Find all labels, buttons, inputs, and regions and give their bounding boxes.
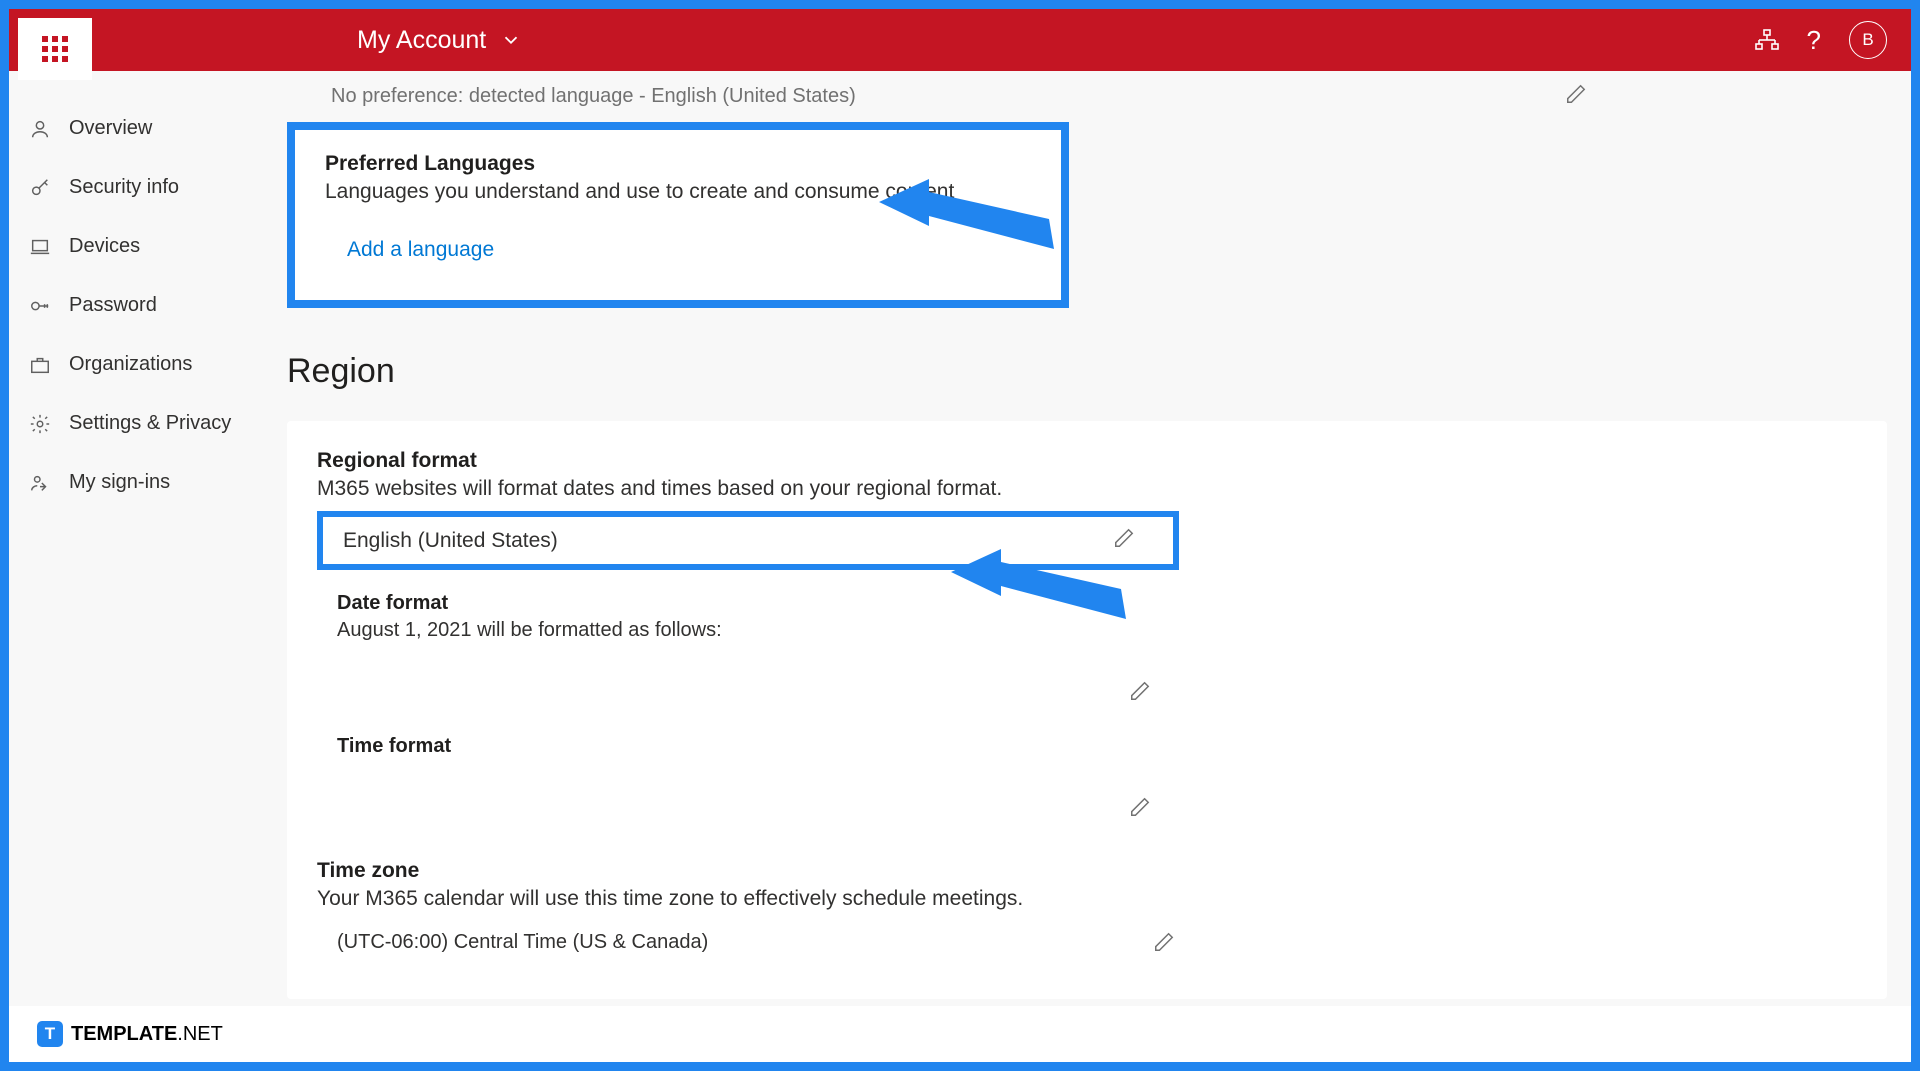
time-format-title: Time format — [337, 735, 1857, 758]
key-icon — [29, 177, 51, 199]
help-icon[interactable]: ? — [1807, 25, 1821, 56]
header-title: My Account — [357, 26, 486, 55]
region-heading: Region — [287, 352, 1887, 391]
pencil-icon — [1565, 83, 1587, 105]
page-title-button[interactable]: My Account — [357, 26, 522, 55]
sidebar-item-label: Overview — [69, 117, 152, 140]
sidebar-item-password[interactable]: Password — [9, 276, 279, 335]
keyhole-icon — [29, 295, 51, 317]
footer-brand: TEMPLATE — [71, 1023, 177, 1045]
laptop-icon — [29, 236, 51, 258]
sidebar-item-label: Password — [69, 294, 157, 317]
edit-time-format-button[interactable] — [1129, 796, 1151, 823]
timezone-value: (UTC-06:00) Central Time (US & Canada) — [337, 931, 708, 959]
timezone-desc: Your M365 calendar will use this time zo… — [317, 887, 1857, 911]
arrow-annotation-2 — [951, 539, 1131, 634]
edit-display-language-button[interactable] — [1565, 83, 1587, 110]
template-logo-icon: T — [37, 1021, 63, 1047]
timezone-title: Time zone — [317, 859, 1857, 883]
sidebar-item-label: Organizations — [69, 353, 192, 376]
person-icon — [29, 118, 51, 140]
pencil-icon — [1153, 931, 1175, 953]
main-content: No preference: detected language - Engli… — [279, 71, 1911, 1062]
sidebar-item-security[interactable]: Security info — [9, 158, 279, 217]
sidebar-item-settings[interactable]: Settings & Privacy — [9, 394, 279, 453]
detected-language-text: No preference: detected language - Engli… — [331, 85, 856, 108]
chevron-down-icon — [500, 29, 522, 51]
footer-watermark: T TEMPLATE.NET — [9, 1006, 1911, 1062]
sidebar-item-signins[interactable]: My sign-ins — [9, 453, 279, 512]
app-launcher[interactable] — [18, 18, 92, 80]
avatar[interactable]: B — [1849, 21, 1887, 59]
regional-format-desc: M365 websites will format dates and time… — [317, 477, 1857, 501]
edit-timezone-button[interactable] — [1153, 931, 1175, 959]
regional-format-title: Regional format — [317, 449, 1857, 473]
regional-format-value: English (United States) — [343, 529, 558, 553]
pencil-icon — [1129, 796, 1151, 818]
top-bar: My Account ? B — [9, 9, 1911, 71]
sidebar-item-organizations[interactable]: Organizations — [9, 335, 279, 394]
sidebar-item-label: Devices — [69, 235, 140, 258]
sidebar-item-label: My sign-ins — [69, 471, 170, 494]
footer-suffix: .NET — [177, 1023, 223, 1045]
gear-icon — [29, 413, 51, 435]
pencil-icon — [1129, 680, 1151, 702]
sidebar-item-devices[interactable]: Devices — [9, 217, 279, 276]
sidebar: Overview Security info Devices Password … — [9, 71, 279, 1062]
sitemap-icon[interactable] — [1755, 28, 1779, 52]
briefcase-icon — [29, 354, 51, 376]
sidebar-item-overview[interactable]: Overview — [9, 99, 279, 158]
sidebar-item-label: Security info — [69, 176, 179, 199]
arrow-annotation-1 — [879, 164, 1059, 264]
sidebar-item-label: Settings & Privacy — [69, 412, 231, 435]
signin-icon — [29, 472, 51, 494]
waffle-icon — [42, 36, 68, 62]
edit-date-format-button[interactable] — [1129, 680, 1151, 707]
detected-language-row: No preference: detected language - Engli… — [279, 71, 1887, 122]
region-card: Regional format M365 websites will forma… — [287, 421, 1887, 999]
